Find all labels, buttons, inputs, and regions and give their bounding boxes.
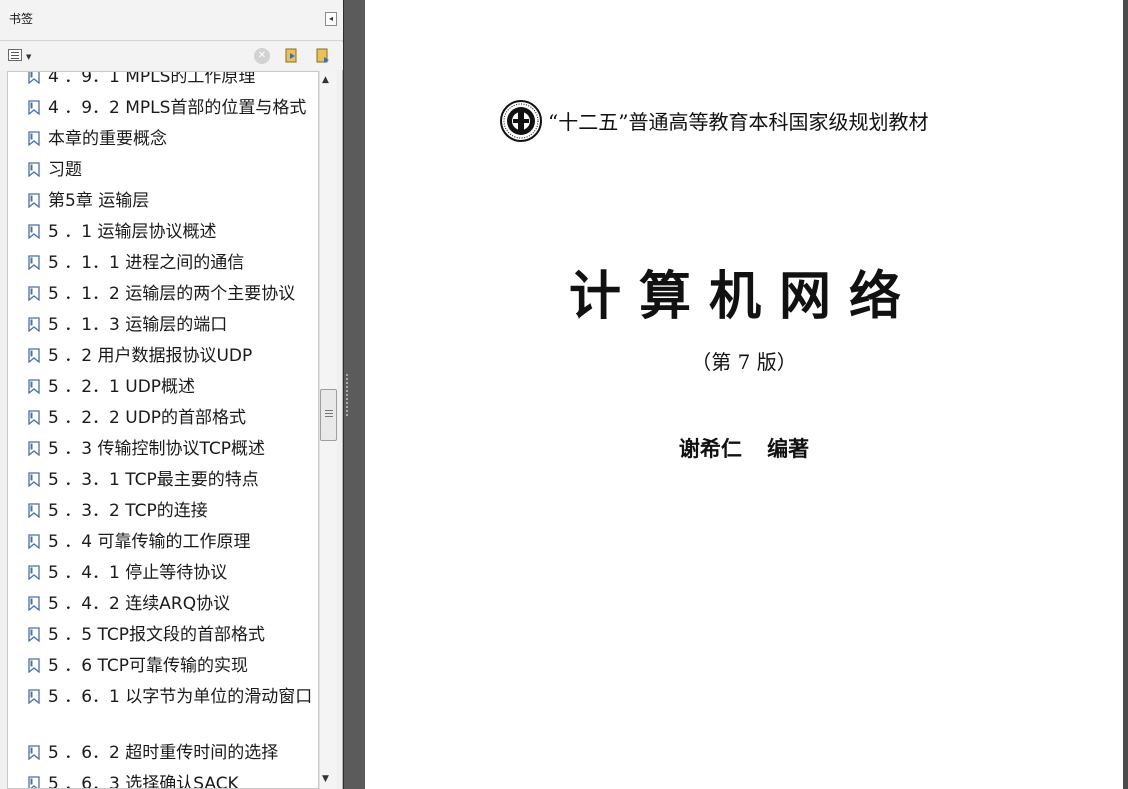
bookmark-label: 本章的重要概念	[48, 129, 167, 149]
splitter-grip-icon[interactable]	[346, 374, 350, 418]
new-bookmark-icon[interactable]	[315, 48, 331, 64]
document-page: “十二五”普通高等教育本科国家级规划教材 计算机网络 （第 7 版） 谢希仁 编…	[365, 0, 1123, 789]
bookmark-label: 5 ．1 运输层协议概述	[48, 222, 217, 242]
bookmark-icon	[28, 469, 40, 488]
bookmark-list[interactable]: 4 ．9．1 MPLS的工作原理 4 ．9．2 MPLS首部的位置与格式 本章的重要…	[7, 71, 319, 789]
bookmarks-panel: 书签 ◂ ▼ ✕ 4 ．9．1 MPLS的工作原理 4 ．9．2 MPLS首部的位…	[0, 0, 343, 789]
bookmark-icon	[28, 624, 40, 643]
bookmark-icon	[28, 345, 40, 364]
bookmark-item[interactable]: 5 ．6．1 以字节为单位的滑动窗口	[8, 684, 318, 736]
bookmark-icon	[28, 773, 40, 788]
bookmark-label: 5 ．3．2 TCP的连接	[48, 501, 208, 521]
bookmark-icon	[28, 128, 40, 147]
panel-title: 书签	[9, 12, 34, 26]
author-text: 谢希仁 编著	[678, 437, 810, 461]
bookmark-icon	[28, 438, 40, 457]
bookmark-icon	[28, 562, 40, 581]
bookmark-label: 5 ．4 可靠传输的工作原理	[48, 532, 251, 552]
scroll-thumb[interactable]	[320, 389, 337, 441]
bookmark-label: 5 ．3．1 TCP最主要的特点	[48, 470, 259, 490]
bookmark-icon	[28, 97, 40, 116]
bookmark-label: 5 ．6 TCP可靠传输的实现	[48, 656, 248, 676]
expand-bookmark-icon[interactable]	[284, 48, 300, 64]
bookmark-label: 4 ．9．2 MPLS首部的位置与格式	[48, 98, 307, 118]
scroll-down-icon[interactable]: ▼	[322, 774, 329, 784]
scroll-up-icon[interactable]: ▲	[322, 75, 329, 85]
bookmark-label: 5 ．1．2 运输层的两个主要协议	[48, 284, 296, 304]
bookmark-scrollbar[interactable]: ▲ ▼	[319, 71, 337, 789]
bookmark-icon	[28, 407, 40, 426]
viewer-edge	[1123, 0, 1128, 789]
bookmark-label: 5 ．5 TCP报文段的首部格式	[48, 625, 265, 645]
series-text: “十二五”普通高等教育本科国家级规划教材	[548, 110, 929, 134]
options-menu-button[interactable]: ▼	[8, 49, 34, 63]
bookmark-label: 5 ．2 用户数据报协议UDP	[48, 346, 253, 366]
bookmark-icon	[28, 531, 40, 550]
bookmark-label: 5 ．6．2 超时重传时间的选择	[48, 743, 279, 763]
panel-header: 书签 ◂	[0, 0, 343, 41]
bookmark-icon	[28, 72, 40, 85]
bookmark-icon	[28, 221, 40, 240]
bookmark-label: 5 ．1．3 运输层的端口	[48, 315, 228, 335]
bookmark-label: 5 ．3 传输控制协议TCP概述	[48, 439, 265, 459]
bookmark-label: 4 ．9．1 MPLS的工作原理	[48, 71, 256, 87]
bookmark-icon	[28, 159, 40, 178]
bookmark-icon	[28, 593, 40, 612]
panel-splitter[interactable]	[343, 0, 365, 789]
bookmark-icon	[28, 500, 40, 519]
bookmark-label: 第5章 运输层	[48, 191, 150, 211]
bookmark-icon	[28, 655, 40, 674]
edition-text: （第 7 版）	[691, 350, 797, 374]
bookmark-label: 5 ．4．2 连续ARQ协议	[48, 594, 231, 614]
bookmark-icon	[28, 252, 40, 271]
bookmark-label: 5 ．6．1 以字节为单位的滑动窗口	[48, 687, 313, 707]
collapse-panel-button[interactable]: ◂	[325, 12, 337, 26]
bookmark-icon	[28, 742, 40, 761]
chevron-down-icon: ▼	[26, 53, 32, 61]
bookmark-icon	[28, 686, 40, 705]
bookmark-icon	[28, 376, 40, 395]
bookmark-label: 5 ．2．2 UDP的首部格式	[48, 408, 247, 428]
publisher-seal-icon	[500, 100, 542, 142]
delete-bookmark-icon[interactable]: ✕	[254, 48, 270, 64]
book-title: 计算机网络	[568, 267, 919, 327]
bookmark-label: 习题	[48, 160, 82, 180]
bookmark-icon	[28, 190, 40, 209]
bookmark-label: 5 ．6．3 选择确认SACK	[48, 774, 239, 789]
bookmark-icon	[28, 314, 40, 333]
bookmark-label: 5 ．1．1 进程之间的通信	[48, 253, 245, 273]
options-icon	[8, 49, 22, 61]
bookmark-icon	[28, 283, 40, 302]
bookmark-label: 5 ．4．1 停止等待协议	[48, 563, 228, 583]
bookmark-label: 5 ．2．1 UDP概述	[48, 377, 196, 397]
